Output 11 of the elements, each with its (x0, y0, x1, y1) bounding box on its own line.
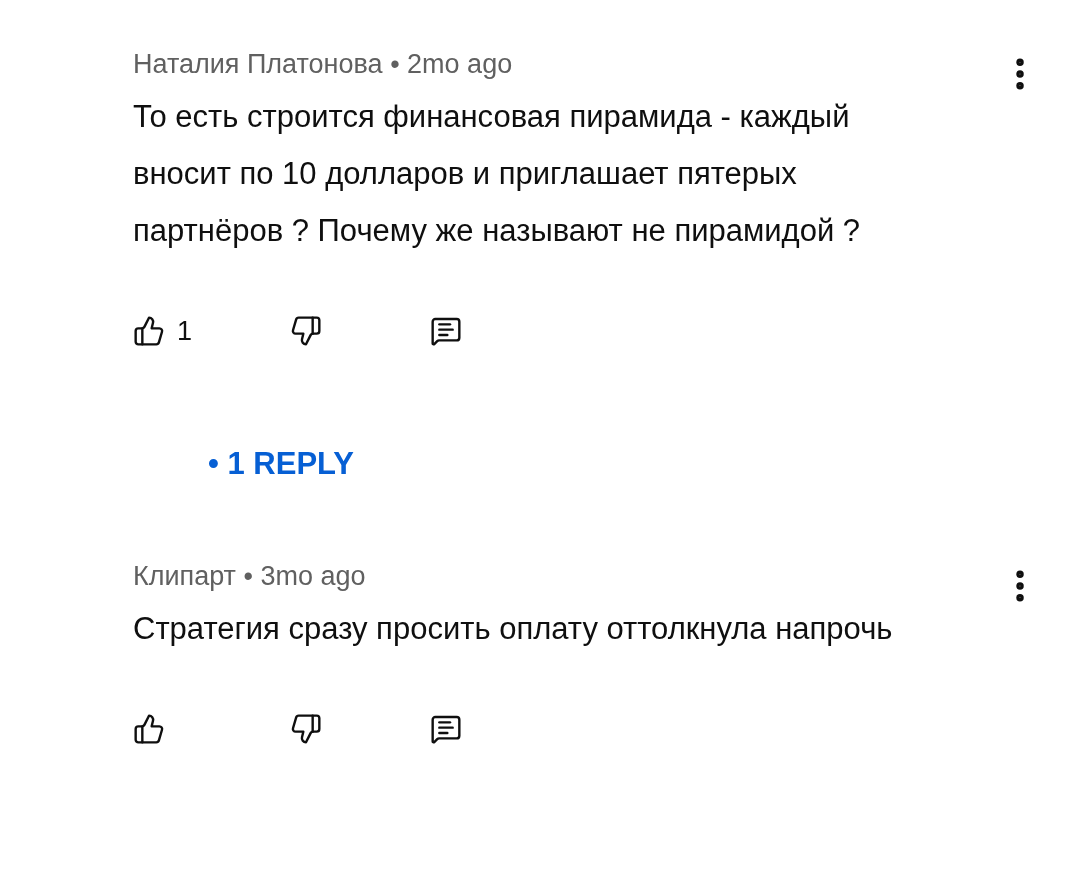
comment-text: То есть строится финансовая пирамида - каждый вносит по 10 долларов и приглашает пятерых партнёров ? Почему же называют не пирамидой ? (133, 98, 862, 250)
comment-meta: Клипарт • 3mo ago (133, 559, 367, 593)
comment-meta: Наталия Платонова • 2mo ago (133, 48, 514, 81)
thumbs-up-icon[interactable] (133, 315, 165, 347)
thumbs-down-icon[interactable] (290, 712, 322, 745)
replies-link[interactable]: • 1 REPLY (208, 441, 354, 488)
thumbs-up-icon[interactable] (133, 712, 165, 745)
reply-icon[interactable] (430, 315, 462, 347)
like-button[interactable]: 1 (133, 310, 290, 352)
comment-text: Стратегия сразу просить оплату оттолкнула напрочь (133, 609, 894, 648)
thumbs-down-icon[interactable] (290, 315, 322, 347)
